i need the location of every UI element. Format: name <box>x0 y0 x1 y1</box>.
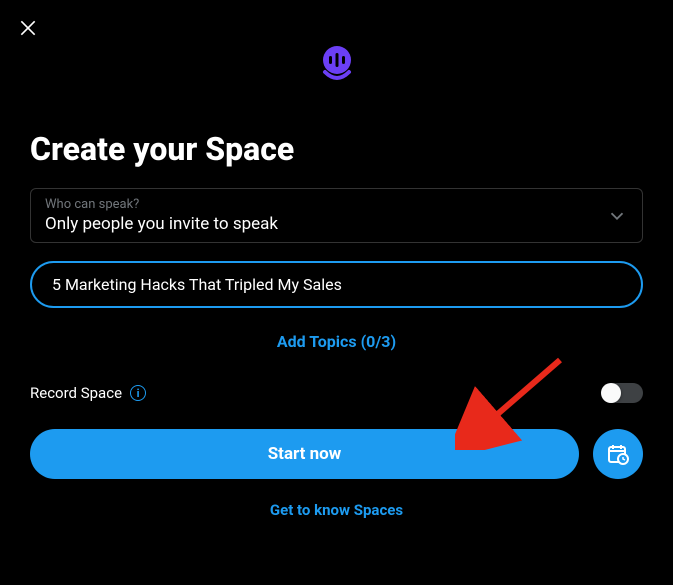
chevron-down-icon <box>606 205 628 227</box>
space-name-input[interactable] <box>52 275 621 294</box>
record-space-row: Record Space i <box>30 383 643 403</box>
add-topics-button[interactable]: Add Topics (0/3) <box>30 332 643 351</box>
toggle-knob <box>601 383 621 403</box>
close-button[interactable] <box>18 18 38 42</box>
dropdown-value: Only people you invite to speak <box>45 214 278 234</box>
dropdown-label: Who can speak? <box>45 197 278 212</box>
schedule-button[interactable] <box>593 429 643 479</box>
calendar-clock-icon <box>606 442 630 466</box>
record-space-label: Record Space <box>30 384 122 402</box>
space-name-field[interactable] <box>30 261 643 308</box>
record-space-toggle[interactable] <box>603 383 643 403</box>
start-now-button[interactable]: Start now <box>30 429 579 479</box>
info-icon[interactable]: i <box>130 385 146 401</box>
page-title: Create your Space <box>30 130 643 168</box>
close-icon <box>18 18 38 38</box>
get-to-know-spaces-link[interactable]: Get to know Spaces <box>30 501 643 519</box>
speaker-permission-dropdown[interactable]: Who can speak? Only people you invite to… <box>30 188 643 243</box>
spaces-logo <box>315 42 359 90</box>
